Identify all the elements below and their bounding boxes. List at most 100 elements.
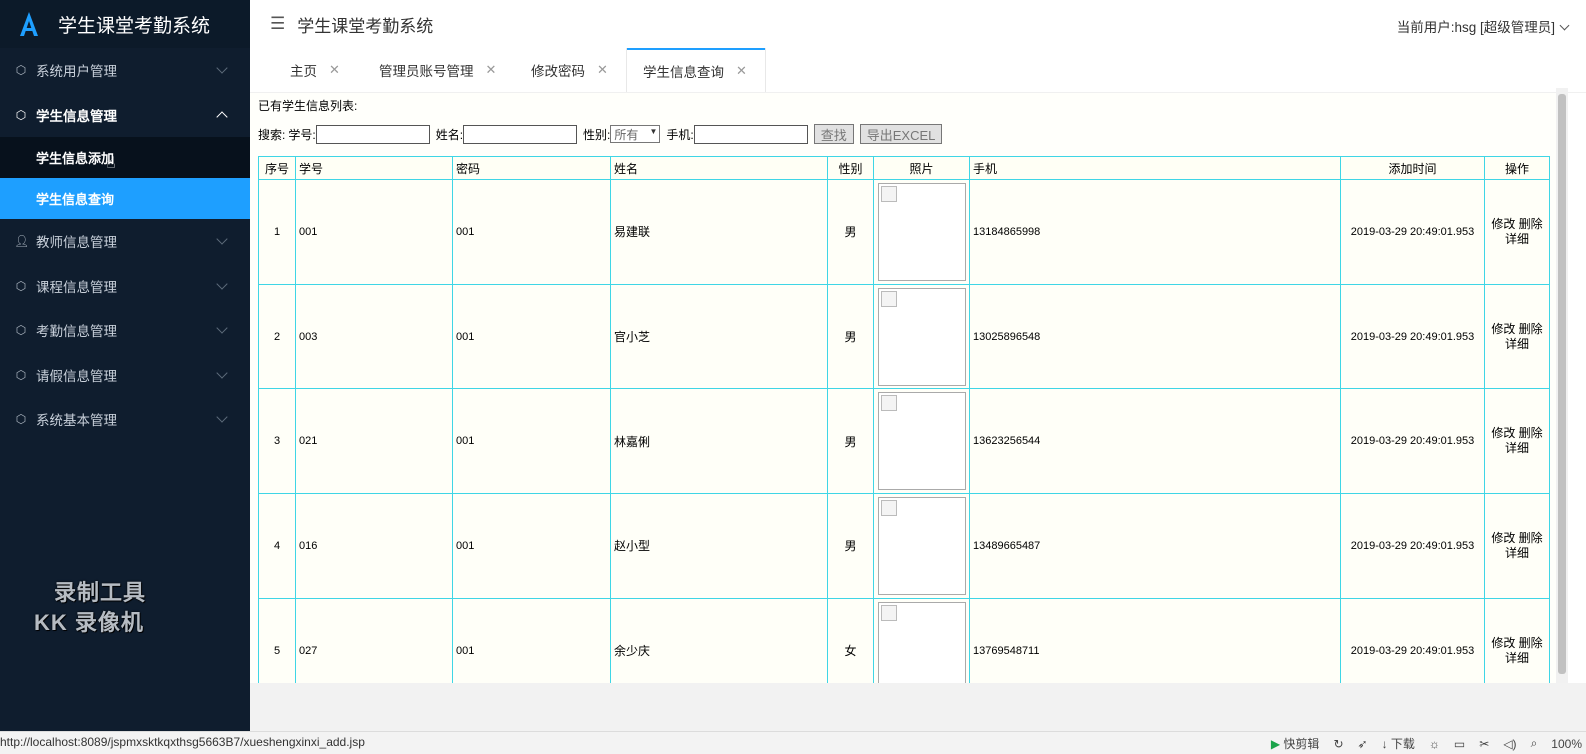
sidebar-item-attendance-info[interactable]: ⬡ 考勤信息管理 <box>0 308 250 353</box>
tab-student-query[interactable]: 学生信息查询 ✕ <box>627 48 765 92</box>
watermark-line2: KK 录像机 <box>34 610 144 635</box>
detail-link[interactable]: 详细 <box>1505 441 1529 455</box>
cell-no: 5 <box>258 597 296 683</box>
top-header: ☰ 学生课堂考勤系统 当前用户:hsg [超级管理员] <box>250 0 1586 48</box>
cell-name: 官小芝 <box>610 283 828 390</box>
col-header-password: 密码 <box>452 156 611 180</box>
vertical-scrollbar[interactable] <box>1556 88 1568 683</box>
tab-admin-accounts[interactable]: 管理员账号管理 ✕ <box>363 48 496 92</box>
delete-link[interactable]: 删除 <box>1519 217 1543 231</box>
search-button[interactable]: 查找 <box>813 124 854 144</box>
name-label: 姓名: <box>435 127 464 142</box>
page-title: 学生课堂考勤系统 <box>297 16 434 37</box>
cell-add-time: 2019-03-29 20:49:01.953 <box>1340 493 1485 599</box>
student-id-input[interactable] <box>315 124 430 144</box>
cell-no: 4 <box>258 493 296 599</box>
delete-link[interactable]: 删除 <box>1519 322 1543 336</box>
photo-image <box>877 287 966 386</box>
zoom-level[interactable]: 100% <box>1551 737 1582 751</box>
delete-link[interactable]: 删除 <box>1519 636 1543 650</box>
col-header-add-time: 添加时间 <box>1340 156 1485 180</box>
detail-link[interactable]: 详细 <box>1505 546 1529 560</box>
sidebar-item-system-basic[interactable]: ⬡ 系统基本管理 <box>0 397 250 442</box>
scrollbar-thumb[interactable] <box>1558 94 1566 674</box>
detail-link[interactable]: 详细 <box>1505 337 1529 351</box>
edit-link[interactable]: 修改 <box>1491 531 1515 545</box>
col-header-phone: 手机 <box>969 156 1341 180</box>
cell-no: 3 <box>258 388 296 495</box>
cell-name: 林嘉俐 <box>610 388 828 495</box>
chevron-down-icon <box>216 411 228 423</box>
cell-student-id: 003 <box>295 283 453 390</box>
download-button[interactable]: ↓ 下载 <box>1382 735 1415 752</box>
sidebar-subitem-label: 学生信息查询 <box>36 192 115 207</box>
col-header-name: 姓名 <box>610 156 828 180</box>
chevron-down-icon <box>216 366 228 379</box>
hand-cursor-icon: ☝ <box>106 154 116 172</box>
sidebar-subitem-student-query[interactable]: 学生信息查询 <box>0 178 250 219</box>
sidebar-item-label: 考勤信息管理 <box>36 324 117 340</box>
app-title: 学生课堂考勤系统 <box>58 14 211 37</box>
gender-select[interactable]: 所有 <box>610 125 661 143</box>
cell-student-id: 001 <box>295 179 453 285</box>
close-icon[interactable]: ✕ <box>329 62 340 78</box>
zoom-icon[interactable]: ⌕ <box>1531 736 1538 751</box>
sidebar-item-teacher-info[interactable]: 👤︎ 教师信息管理 <box>0 219 250 264</box>
close-icon[interactable]: ✕ <box>486 62 497 78</box>
volume-icon[interactable]: ◁) <box>1503 737 1516 751</box>
close-icon[interactable]: ✕ <box>736 63 747 79</box>
cube-icon: ⬡ <box>15 412 27 427</box>
cell-actions: 修改 删除 详细 <box>1484 283 1550 390</box>
quick-edit-button[interactable]: ▶ 快剪辑 <box>1271 735 1320 752</box>
window-icon[interactable]: ▭ <box>1454 737 1465 751</box>
delete-link[interactable]: 删除 <box>1519 531 1543 545</box>
cell-name: 余少庆 <box>610 597 828 683</box>
broken-image-icon <box>880 395 897 412</box>
cell-no: 1 <box>258 179 296 285</box>
close-icon[interactable]: ✕ <box>597 62 608 78</box>
app-logo-icon <box>18 11 40 37</box>
current-user-menu[interactable]: 当前用户:hsg [超级管理员] <box>1397 16 1570 36</box>
quick-edit-label: 快剪辑 <box>1283 737 1320 751</box>
sidebar-item-student-info[interactable]: ⬡ 学生信息管理 <box>0 93 250 138</box>
cell-student-id: 016 <box>295 493 453 599</box>
cell-password: 001 <box>452 179 611 285</box>
tab-home[interactable]: 主页 ✕ <box>274 48 340 92</box>
col-header-gender: 性别 <box>827 156 874 180</box>
edit-link[interactable]: 修改 <box>1491 636 1515 650</box>
tab-label: 学生信息查询 <box>643 65 724 80</box>
table-row: 3 021 001 林嘉俐男 13623256544 2019-03-29 20:49:0… <box>258 388 1550 495</box>
scissors-icon[interactable]: ✂ <box>1479 737 1489 751</box>
cell-phone: 13184865998 <box>969 179 1341 285</box>
detail-link[interactable]: 详细 <box>1505 651 1529 665</box>
delete-link[interactable]: 删除 <box>1519 426 1543 440</box>
table-row: 5 027 001 余少庆女 13769548711 2019-03-29 20:49:0… <box>258 597 1550 683</box>
photo-image <box>877 496 966 595</box>
chevron-down-icon <box>216 233 228 245</box>
sidebar-item-leave-info[interactable]: ⬡ 请假信息管理 <box>0 353 250 398</box>
student-id-label: 学号: <box>288 127 316 142</box>
broken-image-icon <box>880 290 897 307</box>
photo-image <box>877 601 966 683</box>
table-row: 2 003 001 官小芝男 13025896548 2019-03-29 20:49:0… <box>258 283 1550 390</box>
tab-bar: 主页 ✕ 管理员账号管理 ✕ 修改密码 ✕ 学生信息查询 ✕ <box>250 48 1586 93</box>
phone-input[interactable] <box>693 124 808 144</box>
cell-photo <box>873 179 970 285</box>
sidebar-subitem-student-add[interactable]: 学生信息添加 ☝ <box>0 137 250 178</box>
cell-password: 001 <box>452 597 611 683</box>
sidebar-item-course-info[interactable]: ⬡ 课程信息管理 <box>0 264 250 309</box>
rocket-icon[interactable]: ➶ <box>1358 737 1368 751</box>
sidebar-item-system-users[interactable]: ⬡ 系统用户管理 <box>0 48 250 93</box>
menu-toggle-icon[interactable]: ☰ <box>270 14 285 34</box>
sun-icon[interactable]: ☼ <box>1429 737 1440 751</box>
edit-link[interactable]: 修改 <box>1491 217 1515 231</box>
cell-photo <box>873 388 970 495</box>
edit-link[interactable]: 修改 <box>1491 322 1515 336</box>
edit-link[interactable]: 修改 <box>1491 426 1515 440</box>
refresh-icon[interactable]: ↻ <box>1333 737 1343 751</box>
tab-change-password[interactable]: 修改密码 ✕ <box>515 48 608 92</box>
export-excel-button[interactable]: 导出EXCEL <box>859 124 943 144</box>
name-input[interactable] <box>463 124 578 144</box>
cell-add-time: 2019-03-29 20:49:01.953 <box>1340 388 1485 495</box>
detail-link[interactable]: 详细 <box>1505 232 1529 246</box>
